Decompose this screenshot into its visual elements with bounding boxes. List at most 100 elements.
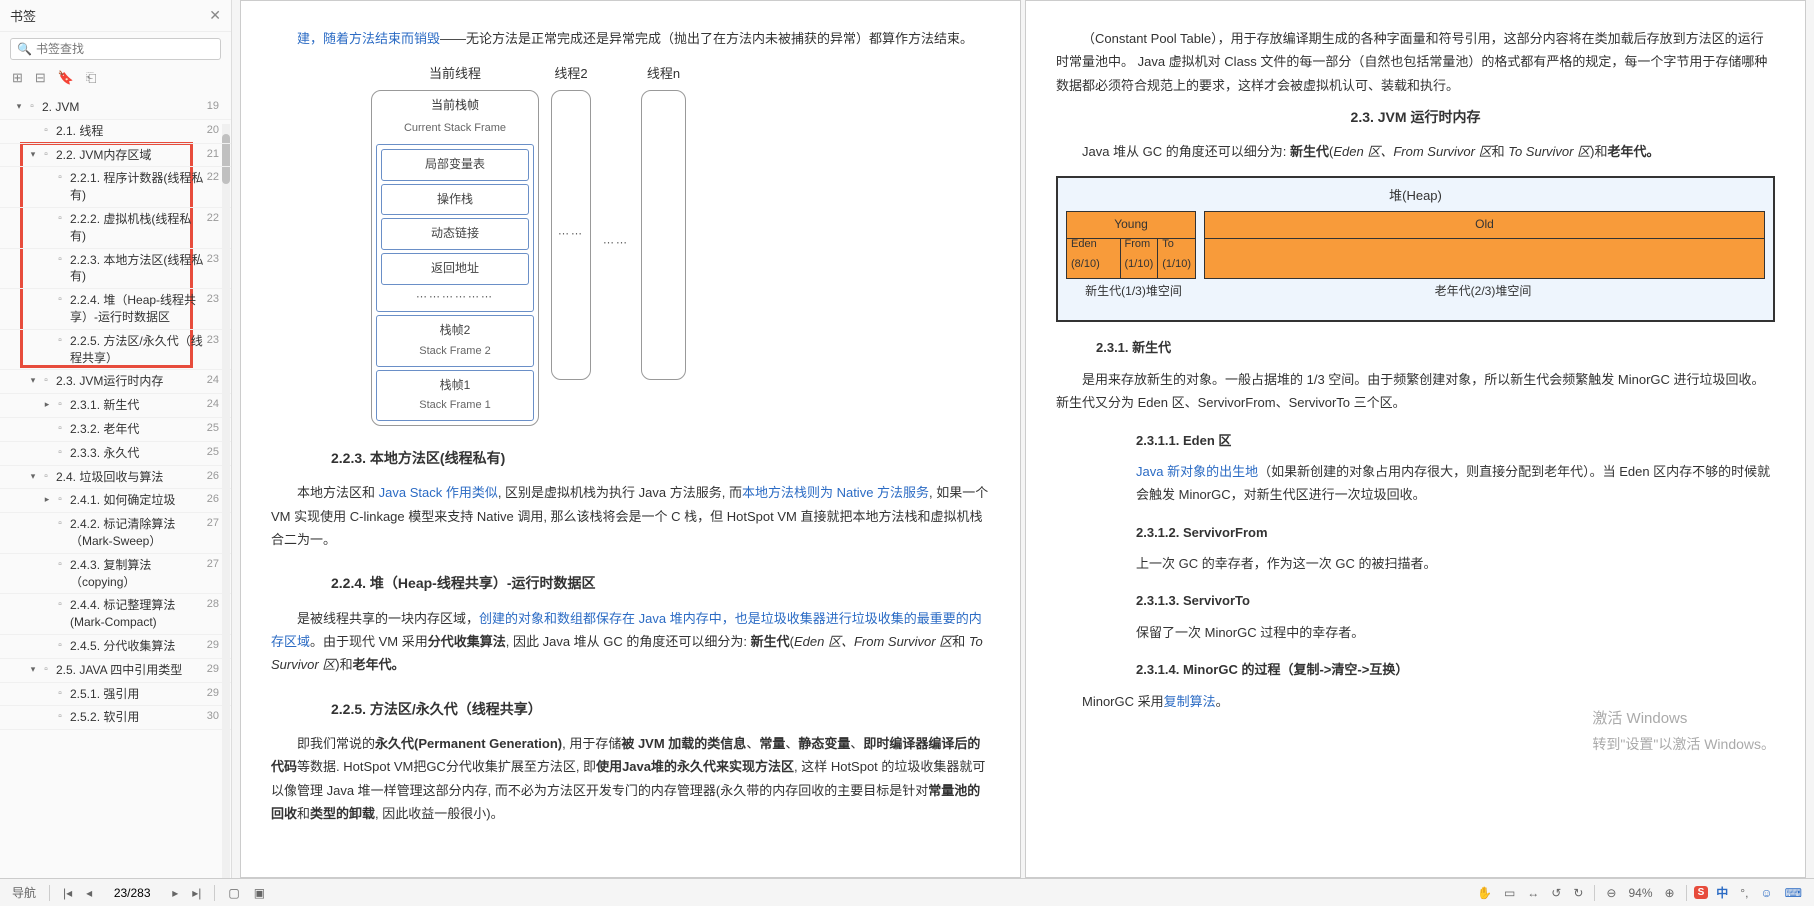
bookmark-item[interactable]: ▸▫2.4.1. 如何确定垃圾26 [0, 489, 231, 513]
bookmark-item[interactable]: ▾▫2.3. JVM运行时内存24 [0, 370, 231, 394]
chevron-icon[interactable]: ▾ [26, 662, 40, 675]
last-page-icon[interactable]: ▸| [188, 884, 205, 902]
search-input[interactable] [36, 42, 214, 56]
ime-lang[interactable]: 中 [1712, 882, 1732, 903]
bookmark-outline-icon[interactable]: ⎗ [86, 70, 96, 86]
bookmark-item[interactable]: ▸▫2.2.2. 虚拟机栈(线程私有)22 [0, 208, 231, 249]
bookmark-item[interactable]: ▸▫2.5.2. 软引用30 [0, 706, 231, 730]
bookmark-label: 2.1. 线程 [56, 123, 207, 140]
bookmark-icon: ▫ [54, 557, 66, 570]
text-link[interactable]: 建，随着方法结束而销毁 [297, 31, 440, 46]
bookmark-label: 2.3.3. 永久代 [70, 445, 207, 462]
chevron-icon[interactable]: ▸ [40, 492, 54, 505]
page-left: 建，随着方法结束而销毁——无论方法是正常完成还是异常完成（抛出了在方法内未被捕获… [240, 0, 1021, 878]
bookmark-label: 2.4.3. 复制算法（copying） [70, 557, 207, 591]
bookmark-icon: ▫ [40, 373, 52, 386]
bookmark-icon: ▫ [54, 170, 66, 183]
fit-page-icon[interactable]: ▭ [1500, 884, 1519, 902]
chevron-icon[interactable]: ▾ [26, 469, 40, 482]
bookmark-icon: ▫ [40, 123, 52, 136]
bookmark-item[interactable]: ▸▫2.2.3. 本地方法区(线程私有)23 [0, 249, 231, 290]
chevron-icon[interactable]: ▾ [12, 99, 26, 112]
bookmark-page: 29 [207, 686, 225, 699]
stack-diagram: 当前线程 当前栈帧 Current Stack Frame 局部变量表 操作栈 … [371, 62, 990, 426]
text-link[interactable]: 本地方法栈则为 Native 方法服务 [742, 485, 929, 500]
page-input[interactable] [102, 885, 162, 901]
bookmark-item[interactable]: ▸▫2.3.1. 新生代24 [0, 394, 231, 418]
chevron-icon[interactable]: ▾ [26, 147, 40, 160]
bookmark-icon: ▫ [54, 292, 66, 305]
bookmark-page: 25 [207, 421, 225, 434]
bookmark-item[interactable]: ▸▫2.4.5. 分代收集算法29 [0, 635, 231, 659]
zoom-level[interactable]: 94% [1624, 884, 1656, 902]
hand-tool-icon[interactable]: ✋ [1473, 884, 1496, 902]
rotate-right-icon[interactable]: ↻ [1569, 884, 1587, 902]
bookmark-item[interactable]: ▸▫2.2.5. 方法区/永久代（线程共享）23 [0, 330, 231, 371]
bookmark-icon: ▫ [54, 252, 66, 265]
expand-all-icon[interactable]: ⊞ [12, 70, 23, 86]
first-page-icon[interactable]: |◂ [59, 884, 76, 902]
bookmark-label: 2.2. JVM内存区域 [56, 147, 207, 164]
bookmark-item[interactable]: ▸▫2.2.4. 堆（Heap-线程共享）-运行时数据区23 [0, 289, 231, 330]
document-viewport[interactable]: 建，随着方法结束而销毁——无论方法是正常完成还是异常完成（抛出了在方法内未被捕获… [232, 0, 1814, 878]
prev-page-icon[interactable]: ◂ [82, 884, 96, 902]
bookmark-icon: ▫ [54, 211, 66, 224]
text-link[interactable]: Java 新对象的出生地 [1136, 464, 1258, 479]
bookmark-item[interactable]: ▾▫2.4. 垃圾回收与算法26 [0, 466, 231, 490]
bookmark-icon: ▫ [40, 662, 52, 675]
zoom-in-icon[interactable]: ⊕ [1661, 884, 1679, 902]
bookmark-icon: ▫ [26, 99, 38, 112]
bookmark-item[interactable]: ▸▫2.4.3. 复制算法（copying）27 [0, 554, 231, 595]
bookmark-page: 19 [207, 99, 225, 112]
rotate-left-icon[interactable]: ↺ [1547, 884, 1565, 902]
bookmark-item[interactable]: ▾▫2.5. JAVA 四中引用类型29 [0, 659, 231, 683]
fit-width-icon[interactable]: ↔ [1523, 884, 1543, 902]
bookmark-page: 22 [207, 211, 225, 224]
page-right: （Constant Pool Table），用于存放编译期生成的各种字面量和符号… [1025, 0, 1806, 878]
view-single-icon[interactable]: ▢ [224, 884, 243, 902]
nav-label: 导航 [8, 882, 40, 903]
bookmark-item[interactable]: ▸▫2.3.2. 老年代25 [0, 418, 231, 442]
ime-punct-icon[interactable]: °, [1736, 884, 1752, 902]
next-page-icon[interactable]: ▸ [168, 884, 182, 902]
bookmark-item[interactable]: ▾▫2.2. JVM内存区域21 [0, 144, 231, 168]
bookmark-label: 2.3.1. 新生代 [70, 397, 207, 414]
bookmark-page: 28 [207, 597, 225, 610]
bookmark-item[interactable]: ▸▫2.4.4. 标记整理算法(Mark-Compact)28 [0, 594, 231, 635]
heading: 2.2.3. 本地方法区(线程私有) [331, 446, 990, 471]
close-icon[interactable]: ✕ [209, 7, 221, 24]
heading: 2.3. JVM 运行时内存 [1056, 105, 1775, 130]
bookmark-icon[interactable]: 🔖 [58, 70, 74, 86]
bookmark-label: 2.4.5. 分代收集算法 [70, 638, 207, 655]
zoom-out-icon[interactable]: ⊖ [1602, 884, 1620, 902]
bookmark-item[interactable]: ▸▫2.1. 线程20 [0, 120, 231, 144]
bookmark-item[interactable]: ▸▫2.3.3. 永久代25 [0, 442, 231, 466]
bookmark-page: 20 [207, 123, 225, 136]
bookmark-label: 2.2.1. 程序计数器(线程私有) [70, 170, 207, 204]
bookmark-item[interactable]: ▸▫2.5.1. 强引用29 [0, 683, 231, 707]
bookmark-label: 2.5.1. 强引用 [70, 686, 207, 703]
sogou-ime-icon[interactable]: S [1694, 886, 1709, 899]
bookmark-search[interactable]: 🔍 [10, 38, 221, 60]
bookmark-icon: ▫ [54, 445, 66, 458]
bookmark-label: 2.4.4. 标记整理算法(Mark-Compact) [70, 597, 207, 631]
collapse-all-icon[interactable]: ⊟ [35, 70, 46, 86]
bookmark-page: 30 [207, 709, 225, 722]
text-link[interactable]: 复制算法 [1164, 694, 1216, 709]
bookmark-label: 2. JVM [42, 99, 207, 116]
bookmark-item[interactable]: ▾▫ 2. JVM19 [0, 96, 231, 120]
bookmark-item[interactable]: ▸▫2.4.2. 标记清除算法（Mark-Sweep）27 [0, 513, 231, 554]
bookmark-label: 2.2.2. 虚拟机栈(线程私有) [70, 211, 207, 245]
chevron-icon[interactable]: ▾ [26, 373, 40, 386]
bookmark-tree[interactable]: ▾▫2. JVM19▸▫2.1. 线程20▾▫2.2. JVM内存区域21▸▫2… [0, 94, 231, 878]
bookmark-page: 23 [207, 252, 225, 265]
chevron-icon[interactable]: ▸ [40, 397, 54, 410]
text-link[interactable]: Java Stack 作用类似 [379, 485, 498, 500]
bookmark-page: 21 [207, 147, 225, 160]
bookmark-icon: ▫ [54, 709, 66, 722]
bookmark-icon: ▫ [54, 421, 66, 434]
ime-emoji-icon[interactable]: ☺ [1756, 884, 1776, 902]
bookmark-item[interactable]: ▸▫2.2.1. 程序计数器(线程私有)22 [0, 167, 231, 208]
view-facing-icon[interactable]: ▣ [250, 884, 269, 902]
ime-keyboard-icon[interactable]: ⌨ [1781, 884, 1806, 902]
